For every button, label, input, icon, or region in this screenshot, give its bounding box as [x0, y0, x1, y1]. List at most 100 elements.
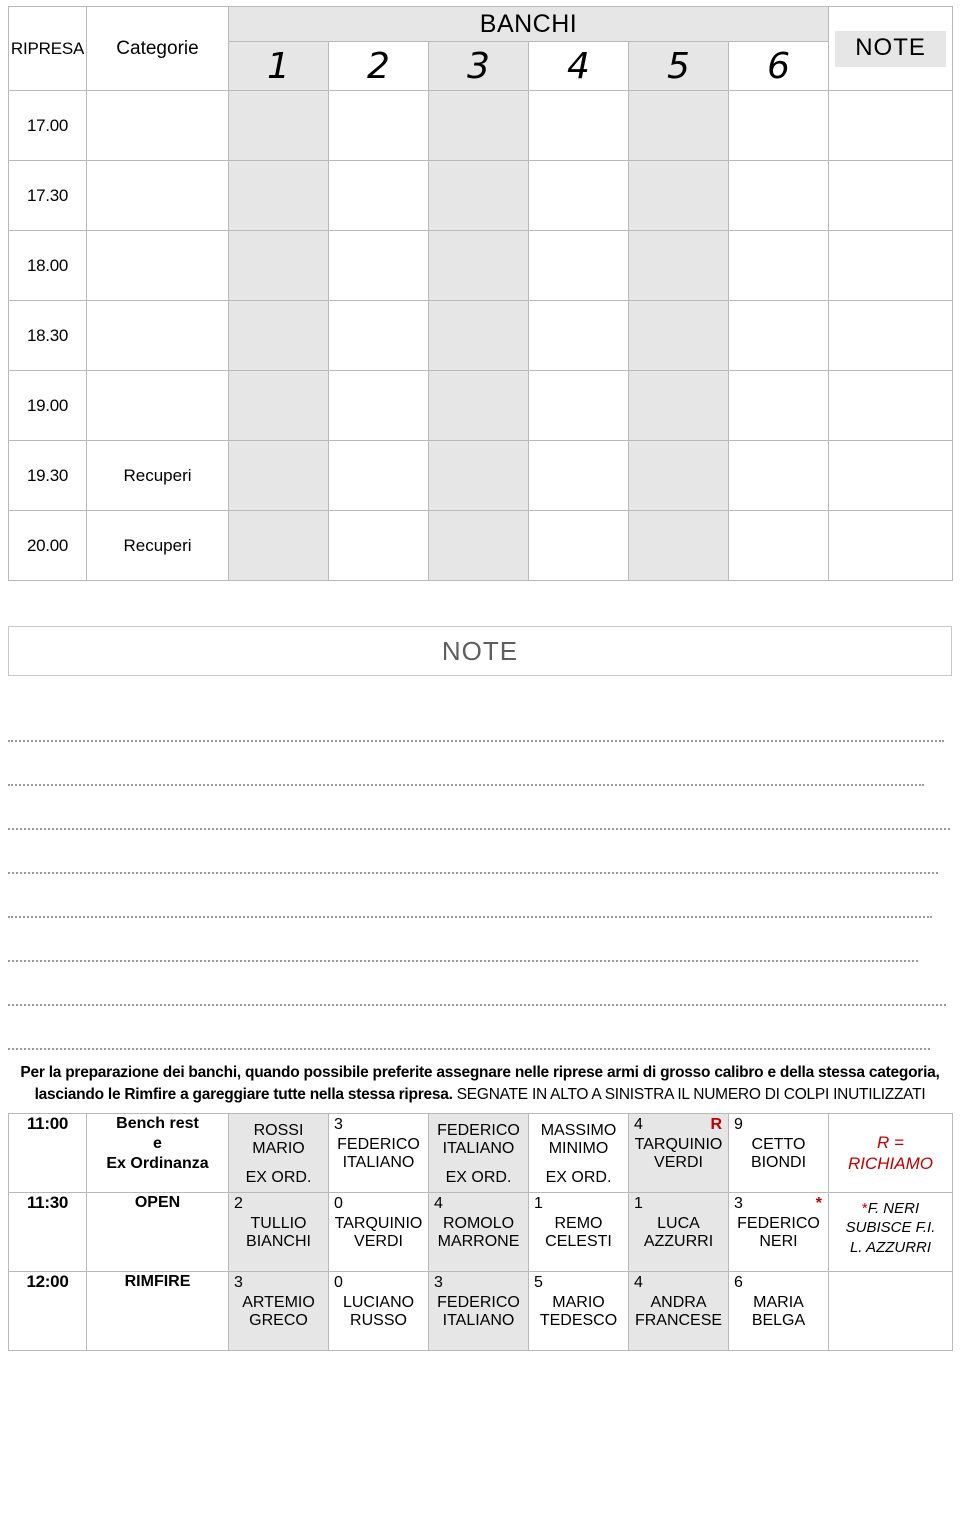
table-row[interactable]: 18.00: [8, 230, 954, 301]
schedule-bench-1[interactable]: [228, 510, 329, 581]
table-row[interactable]: 20.00 Recuperi: [8, 510, 954, 581]
schedule-bench-6[interactable]: [727, 160, 830, 231]
table-row[interactable]: 11:30 OPEN 2 TULLIO BIANCHI 0 TARQUINIO …: [8, 1191, 953, 1272]
assignment-slot-bench-1[interactable]: 3 ARTEMIO GRECO: [228, 1270, 329, 1351]
schedule-bench-1[interactable]: [228, 440, 329, 511]
note-line[interactable]: [8, 962, 946, 1006]
assignment-slot-bench-5[interactable]: 4 ANDRA FRANCESE: [628, 1270, 729, 1351]
schedule-bench-2[interactable]: [328, 370, 429, 441]
table-row[interactable]: 11:00 Bench rest e Ex Ordinanza ROSSI MA…: [8, 1112, 953, 1193]
assignment-slot-bench-5[interactable]: 4 R TARQUINIO VERDI: [628, 1112, 729, 1193]
schedule-bench-5[interactable]: [628, 300, 729, 371]
schedule-bench-2[interactable]: [328, 300, 429, 371]
note-line[interactable]: [8, 918, 918, 962]
schedule-bench-1[interactable]: [228, 90, 329, 161]
schedule-bench-6[interactable]: [727, 440, 830, 511]
schedule-note[interactable]: [828, 440, 954, 511]
assignment-slot-bench-4[interactable]: MASSIMO MINIMO EX ORD.: [528, 1112, 629, 1193]
schedule-bench-4[interactable]: [528, 90, 629, 161]
assignment-slot-bench-4[interactable]: 1 REMO CELESTI: [528, 1191, 629, 1272]
assignment-legend[interactable]: R = RICHIAMO: [828, 1112, 953, 1193]
schedule-bench-1[interactable]: [228, 160, 329, 231]
schedule-bench-5[interactable]: [628, 90, 729, 161]
schedule-bench-4[interactable]: [528, 370, 629, 441]
schedule-bench-6[interactable]: [727, 300, 830, 371]
table-row[interactable]: 12:00 RIMFIRE 3 ARTEMIO GRECO 0 LUCIANO: [8, 1270, 953, 1351]
schedule-bench-6[interactable]: [727, 370, 830, 441]
schedule-bench-5[interactable]: [628, 160, 729, 231]
note-line[interactable]: [8, 786, 950, 830]
schedule-bench-2[interactable]: [328, 230, 429, 301]
assignment-slot-bench-2[interactable]: 0 LUCIANO RUSSO: [328, 1270, 429, 1351]
schedule-note[interactable]: [828, 370, 954, 441]
schedule-bench-3[interactable]: [428, 300, 529, 371]
note-line[interactable]: [8, 1006, 930, 1050]
schedule-bench-3[interactable]: [428, 510, 529, 581]
assignment-slot-bench-3[interactable]: 3 FEDERICO ITALIANO: [428, 1270, 529, 1351]
table-row[interactable]: 19.30 Recuperi: [8, 440, 954, 511]
assignment-slot-bench-4[interactable]: 5 MARIO TEDESCO: [528, 1270, 629, 1351]
schedule-bench-4[interactable]: [528, 160, 629, 231]
schedule-bench-4[interactable]: [528, 510, 629, 581]
schedule-bench-3[interactable]: [428, 90, 529, 161]
schedule-bench-3[interactable]: [428, 440, 529, 511]
assignment-slot-bench-6[interactable]: 3 * FEDERICO NERI: [728, 1191, 829, 1272]
schedule-bench-6[interactable]: [727, 230, 830, 301]
schedule-bench-3[interactable]: [428, 230, 529, 301]
schedule-categoria[interactable]: Recuperi: [86, 440, 229, 511]
assignment-slot-bench-2[interactable]: 0 TARQUINIO VERDI: [328, 1191, 429, 1272]
assignment-categoria[interactable]: Bench rest e Ex Ordinanza: [86, 1112, 229, 1193]
schedule-categoria[interactable]: [86, 90, 229, 161]
schedule-bench-5[interactable]: [628, 440, 729, 511]
note-line[interactable]: [8, 874, 932, 918]
schedule-bench-3[interactable]: [428, 160, 529, 231]
schedule-bench-5[interactable]: [628, 230, 729, 301]
note-line[interactable]: [8, 698, 944, 742]
schedule-note[interactable]: [828, 510, 954, 581]
table-row[interactable]: 18.30: [8, 300, 954, 371]
schedule-bench-4[interactable]: [528, 440, 629, 511]
table-row[interactable]: 17.00: [8, 90, 954, 161]
schedule-categoria[interactable]: [86, 230, 229, 301]
assignment-slot-bench-6[interactable]: 9 CETTO BIONDI: [728, 1112, 829, 1193]
schedule-bench-4[interactable]: [528, 230, 629, 301]
schedule-bench-1[interactable]: [228, 300, 329, 371]
assignment-legend[interactable]: [828, 1270, 953, 1351]
note-line[interactable]: [8, 742, 924, 786]
shooter-class: EX ORD.: [445, 1168, 512, 1186]
schedule-bench-6[interactable]: [727, 90, 830, 161]
schedule-categoria[interactable]: Recuperi: [86, 510, 229, 581]
schedule-categoria[interactable]: [86, 370, 229, 441]
schedule-bench-2[interactable]: [328, 160, 429, 231]
schedule-bench-6[interactable]: [727, 510, 830, 581]
schedule-note[interactable]: [828, 230, 954, 301]
note-box[interactable]: NOTE: [8, 626, 952, 676]
assignment-slot-bench-1[interactable]: ROSSI MARIO EX ORD.: [228, 1112, 329, 1193]
schedule-bench-4[interactable]: [528, 300, 629, 371]
schedule-bench-1[interactable]: [228, 370, 329, 441]
schedule-categoria[interactable]: [86, 160, 229, 231]
schedule-note[interactable]: [828, 90, 954, 161]
assignment-slot-bench-5[interactable]: 1 LUCA AZZURRI: [628, 1191, 729, 1272]
schedule-bench-5[interactable]: [628, 510, 729, 581]
schedule-bench-3[interactable]: [428, 370, 529, 441]
assignment-categoria[interactable]: RIMFIRE: [86, 1270, 229, 1351]
assignment-slot-bench-3[interactable]: 4 ROMOLO MARRONE: [428, 1191, 529, 1272]
schedule-note[interactable]: [828, 300, 954, 371]
schedule-bench-5[interactable]: [628, 370, 729, 441]
table-row[interactable]: 19.00: [8, 370, 954, 441]
schedule-bench-2[interactable]: [328, 440, 429, 511]
assignment-legend[interactable]: *F. NERI SUBISCE F.I. L. AZZURRI: [828, 1191, 953, 1272]
assignment-slot-bench-6[interactable]: 6 MARIA BELGA: [728, 1270, 829, 1351]
schedule-bench-2[interactable]: [328, 510, 429, 581]
assignment-slot-bench-1[interactable]: 2 TULLIO BIANCHI: [228, 1191, 329, 1272]
schedule-bench-1[interactable]: [228, 230, 329, 301]
assignment-slot-bench-2[interactable]: 3 FEDERICO ITALIANO: [328, 1112, 429, 1193]
assignment-categoria[interactable]: OPEN: [86, 1191, 229, 1272]
schedule-categoria[interactable]: [86, 300, 229, 371]
schedule-bench-2[interactable]: [328, 90, 429, 161]
schedule-note[interactable]: [828, 160, 954, 231]
assignment-slot-bench-3[interactable]: FEDERICO ITALIANO EX ORD.: [428, 1112, 529, 1193]
note-line[interactable]: [8, 830, 938, 874]
table-row[interactable]: 17.30: [8, 160, 954, 231]
